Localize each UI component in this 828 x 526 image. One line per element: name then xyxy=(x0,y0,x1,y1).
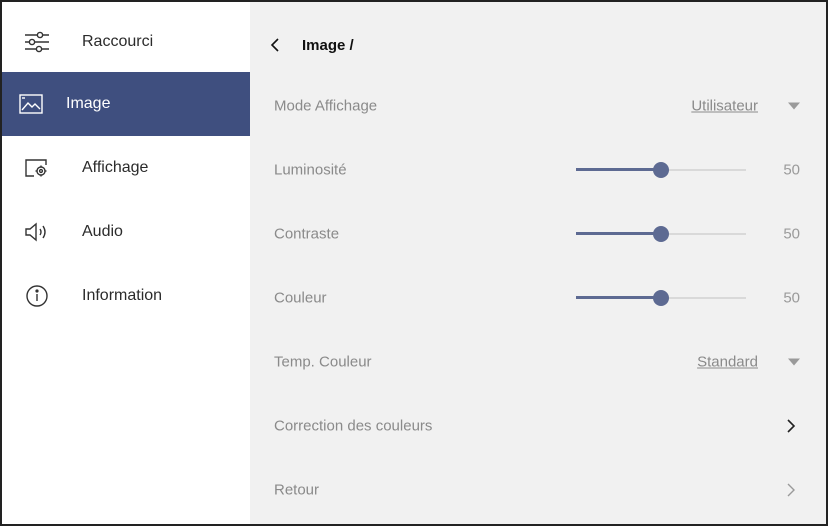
row-label: Contraste xyxy=(274,225,340,243)
row-contraste: Contraste 50 xyxy=(250,202,826,266)
row-correction-couleurs[interactable]: Correction des couleurs xyxy=(250,394,826,458)
mode-affichage-value[interactable]: Utilisateur xyxy=(691,98,758,115)
row-mode-affichage[interactable]: Mode Affichage Utilisateur xyxy=(250,74,826,138)
sidebar-item-label: Raccourci xyxy=(82,33,154,50)
caret-down-icon[interactable] xyxy=(788,358,800,366)
slider-thumb[interactable] xyxy=(653,162,669,178)
info-icon xyxy=(24,283,50,309)
contraste-slider[interactable] xyxy=(576,226,746,242)
luminosite-slider[interactable] xyxy=(576,162,746,178)
row-temp-couleur[interactable]: Temp. Couleur Standard xyxy=(250,330,826,394)
breadcrumb: Image / xyxy=(270,30,354,60)
slider-thumb[interactable] xyxy=(653,290,669,306)
luminosite-value: 50 xyxy=(783,161,800,179)
sidebar-item-label: Affichage xyxy=(82,159,149,176)
couleur-slider[interactable] xyxy=(576,290,746,306)
sidebar-item-image[interactable]: Image xyxy=(2,72,250,136)
settings-window: Raccourci Image Affichage Audio Informat… xyxy=(0,0,828,526)
row-label: Mode Affichage xyxy=(274,97,378,115)
sidebar-item-label: Image xyxy=(66,95,111,112)
slider-fill xyxy=(576,296,661,299)
row-retour[interactable]: Retour xyxy=(250,458,826,522)
page-title: Image / xyxy=(302,36,354,54)
chevron-left-icon[interactable] xyxy=(270,36,288,54)
contraste-value: 50 xyxy=(783,225,800,243)
display-settings-icon xyxy=(24,155,50,181)
sidebar-item-raccourci[interactable]: Raccourci xyxy=(2,10,250,74)
sidebar: Raccourci Image Affichage Audio Informat… xyxy=(2,2,250,524)
row-couleur: Couleur 50 xyxy=(250,266,826,330)
couleur-value: 50 xyxy=(783,289,800,307)
sidebar-item-label: Audio xyxy=(82,223,123,240)
row-luminosite: Luminosité 50 xyxy=(250,138,826,202)
row-label: Retour xyxy=(274,481,320,499)
caret-down-icon[interactable] xyxy=(788,102,800,110)
chevron-right-icon[interactable] xyxy=(784,482,798,498)
temp-couleur-value[interactable]: Standard xyxy=(697,354,758,371)
slider-fill xyxy=(576,168,661,171)
sidebar-item-information[interactable]: Information xyxy=(2,264,250,328)
main-panel: Image / Mode Affichage Utilisateur Lumin… xyxy=(250,2,826,524)
row-label: Correction des couleurs xyxy=(274,417,433,435)
row-label: Luminosité xyxy=(274,161,347,179)
slider-thumb[interactable] xyxy=(653,226,669,242)
sidebar-item-audio[interactable]: Audio xyxy=(2,200,250,264)
row-label: Couleur xyxy=(274,289,327,307)
sidebar-item-label: Information xyxy=(82,287,163,304)
row-label: Temp. Couleur xyxy=(274,353,372,371)
sidebar-item-affichage[interactable]: Affichage xyxy=(2,136,250,200)
slider-fill xyxy=(576,232,661,235)
chevron-right-icon[interactable] xyxy=(784,418,798,434)
image-icon xyxy=(18,91,44,117)
speaker-icon xyxy=(24,219,50,245)
sliders-icon xyxy=(24,29,50,55)
